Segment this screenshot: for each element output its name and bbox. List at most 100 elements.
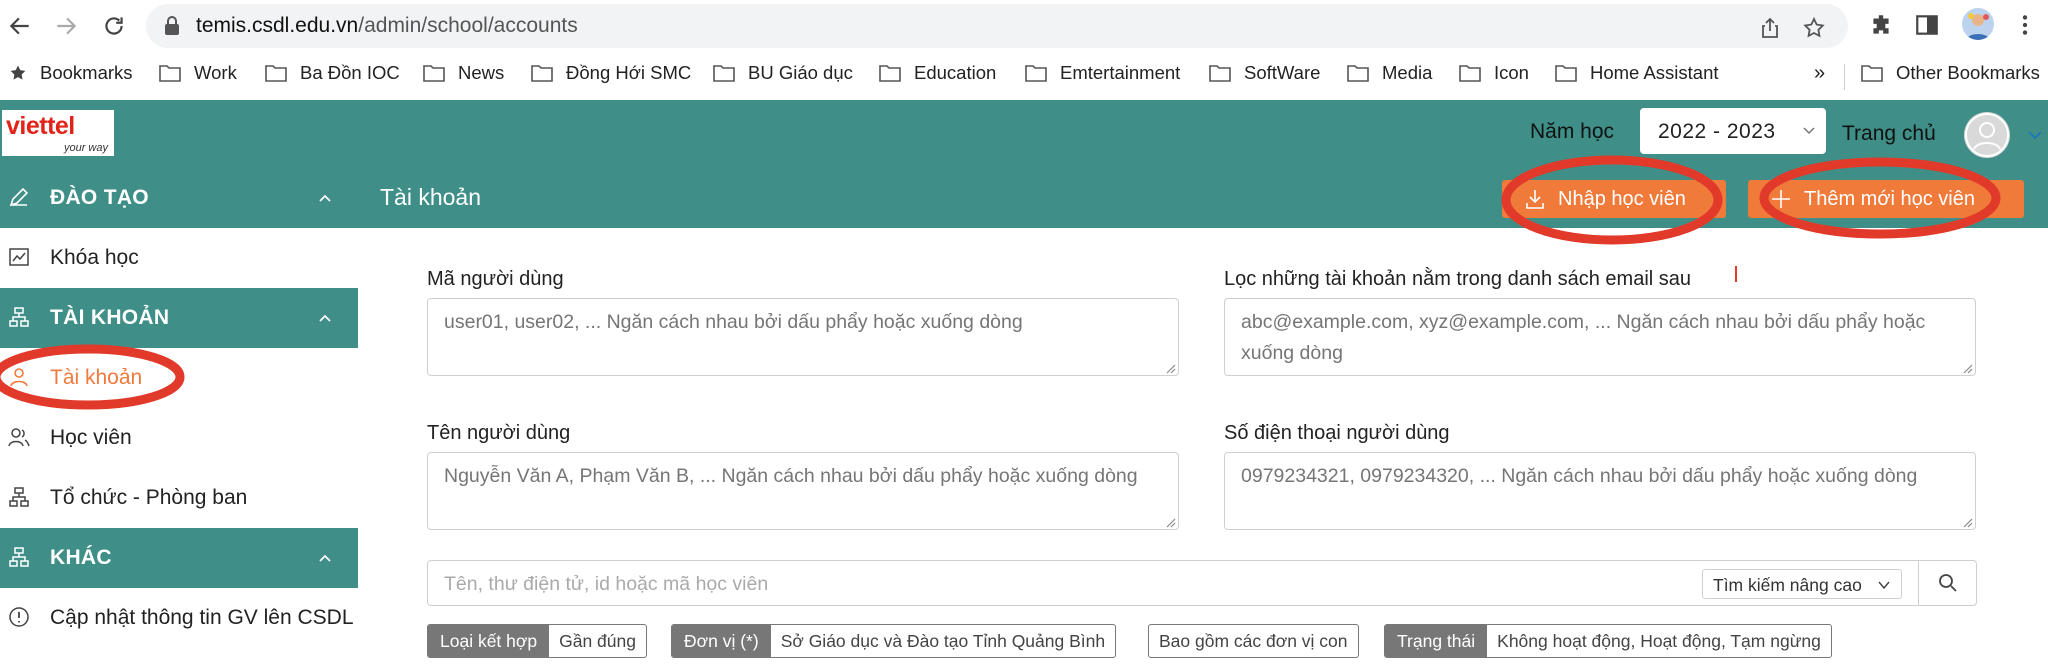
- sidebar-item-update-teacher-info[interactable]: Cập nhật thông tin GV lên CSDL: [0, 588, 358, 648]
- other-bookmarks-folder[interactable]: Other Bookmarks: [1860, 62, 2040, 84]
- bookmark-folder[interactable]: BU Giáo dục: [712, 62, 853, 84]
- url-path: /admin/school/accounts: [358, 14, 578, 37]
- sidebar-section-title: KHÁC: [50, 546, 112, 569]
- add-student-button[interactable]: Thêm mới học viên: [1748, 180, 2024, 218]
- bookmark-folder[interactable]: Ba Đồn IOC: [264, 62, 400, 84]
- chip-key: Loại kết hợp: [428, 625, 550, 657]
- bookmark-bookmarks[interactable]: Bookmarks: [8, 62, 133, 84]
- sidebar-item-label: Học viên: [50, 426, 132, 449]
- sidebar-item-students[interactable]: Học viên: [0, 408, 358, 468]
- resize-grip-icon[interactable]: [1164, 516, 1176, 528]
- org-chart-icon: [9, 547, 29, 567]
- user-icon: [1965, 113, 2009, 157]
- sidebar-item-courses[interactable]: Khóa học: [0, 228, 358, 288]
- email-filter-input[interactable]: [1224, 298, 1976, 376]
- sidebar-item-accounts[interactable]: Tài khoản: [0, 348, 358, 408]
- overflow-label: »: [1814, 62, 1826, 84]
- sidebar-section-training[interactable]: ĐÀO TẠO: [0, 168, 358, 228]
- side-panel-icon[interactable]: [1914, 12, 1940, 38]
- browser-chrome: temis.csdl.edu.vn/admin/school/accounts …: [0, 0, 2048, 100]
- filter-chip-status[interactable]: Trạng thái Không hoạt động, Hoạt động, T…: [1384, 624, 1832, 658]
- bookmark-label: Emtertainment: [1060, 62, 1181, 83]
- share-icon[interactable]: [1758, 16, 1782, 40]
- bookmarks-overflow-button[interactable]: »: [1814, 62, 1825, 85]
- sidebar-section-accounts[interactable]: TÀI KHOẢN: [0, 288, 358, 348]
- extensions-icon[interactable]: [1868, 12, 1894, 38]
- bookmark-folder[interactable]: Emtertainment: [1024, 62, 1180, 84]
- org-chart-icon: [9, 307, 29, 327]
- sidebar-section-other[interactable]: KHÁC: [0, 528, 358, 588]
- bookmark-folder[interactable]: Home Assistant: [1554, 62, 1719, 84]
- import-students-button[interactable]: Nhập học viên: [1502, 180, 1726, 218]
- user-name-input[interactable]: [427, 452, 1179, 530]
- address-bar[interactable]: temis.csdl.edu.vn/admin/school/accounts: [146, 4, 1848, 48]
- folder-icon: [1861, 65, 1883, 82]
- bookmark-folder[interactable]: SoftWare: [1208, 62, 1320, 84]
- add-student-label: Thêm mới học viên: [1804, 187, 1975, 210]
- sidebar-item-organization[interactable]: Tổ chức - Phòng ban: [0, 468, 358, 528]
- filter-chip-include-subunits[interactable]: Bao gồm các đơn vị con: [1148, 624, 1359, 658]
- bookmark-folder[interactable]: News: [422, 62, 504, 84]
- home-link[interactable]: Trang chủ: [1842, 122, 1936, 146]
- chip-value: Gần đúng: [559, 630, 636, 651]
- star-icon: [10, 65, 26, 80]
- chip-key: Đơn vị (*): [672, 625, 771, 657]
- lock-icon: [165, 16, 179, 35]
- chevron-up-icon: [319, 194, 331, 202]
- app-header: viettel your way Năm học 2022 - 2023 Tra…: [0, 100, 2048, 168]
- bookmark-folder[interactable]: Đồng Hới SMC: [530, 62, 691, 84]
- search-box[interactable]: Tên, thư điện tử, id hoặc mã học viên Tì…: [427, 560, 1977, 606]
- phone-label: Số điện thoại người dùng: [1224, 422, 1450, 444]
- bookmark-label: Ba Đồn IOC: [300, 62, 400, 83]
- user-avatar[interactable]: [1964, 112, 2010, 158]
- school-year-select[interactable]: 2022 - 2023: [1640, 108, 1826, 154]
- user-code-input[interactable]: [427, 298, 1179, 376]
- school-year-label: Năm học: [1530, 120, 1615, 143]
- star-icon[interactable]: [1802, 16, 1826, 40]
- search-icon: [1939, 574, 1957, 592]
- forward-button[interactable]: [48, 8, 84, 44]
- bookmark-label: News: [458, 62, 505, 83]
- advanced-search-dropdown[interactable]: Tìm kiếm nâng cao: [1702, 569, 1902, 599]
- bookmark-label: BU Giáo dục: [748, 62, 853, 83]
- sidebar-item-label: Tổ chức - Phòng ban: [50, 486, 248, 509]
- folder-icon: [1209, 65, 1231, 82]
- org-chart-icon: [9, 487, 29, 507]
- bookmark-label: Đồng Hới SMC: [566, 62, 692, 83]
- viettel-logo[interactable]: viettel your way: [2, 110, 114, 156]
- bookmark-folder[interactable]: Media: [1346, 62, 1432, 84]
- bookmark-folder[interactable]: Work: [158, 62, 237, 84]
- bookmark-label: Work: [194, 62, 237, 83]
- sidebar: ĐÀO TẠO Khóa học TÀI KHOẢN Tài khoản Học…: [0, 168, 358, 668]
- chart-line-icon: [9, 248, 29, 266]
- filter-chip-match-type[interactable]: Loại kết hợp Gần đúng: [427, 624, 647, 658]
- reload-button[interactable]: [96, 8, 132, 44]
- bookmark-folder[interactable]: Icon: [1458, 62, 1529, 84]
- resize-grip-icon[interactable]: [1164, 362, 1176, 374]
- folder-icon: [879, 65, 901, 82]
- email-filter-label: Lọc những tài khoản nằm trong danh sách …: [1224, 268, 1692, 290]
- resize-grip-icon[interactable]: [1961, 516, 1973, 528]
- filter-chip-unit[interactable]: Đơn vị (*) Sở Giáo dục và Đào tạo Tỉnh Q…: [671, 624, 1117, 658]
- import-students-label: Nhập học viên: [1558, 187, 1686, 210]
- chevron-down-icon[interactable]: [2026, 128, 2044, 142]
- chevron-down-icon: [1878, 581, 1890, 590]
- chip-key: Trạng thái: [1385, 625, 1488, 657]
- chevron-down-icon: [1803, 127, 1815, 135]
- search-button[interactable]: [1918, 561, 1976, 605]
- profile-picture-icon: [1966, 13, 1990, 40]
- bookmark-label: Media: [1382, 62, 1433, 83]
- user-name-label: Tên người dùng: [427, 422, 571, 444]
- folder-icon: [1459, 65, 1481, 82]
- info-circle-icon: [9, 607, 29, 627]
- plus-icon: [1772, 190, 1790, 208]
- resize-grip-icon[interactable]: [1961, 362, 1973, 374]
- back-button[interactable]: [2, 8, 38, 44]
- bookmark-folder[interactable]: Education: [878, 62, 996, 84]
- profile-avatar[interactable]: [1962, 8, 1994, 40]
- kebab-menu-icon[interactable]: [2012, 12, 2038, 38]
- search-placeholder: Tên, thư điện tử, id hoặc mã học viên: [444, 573, 769, 595]
- arrow-right-icon: [57, 17, 77, 35]
- phone-input[interactable]: [1224, 452, 1976, 530]
- bookmark-label: Bookmarks: [40, 62, 133, 83]
